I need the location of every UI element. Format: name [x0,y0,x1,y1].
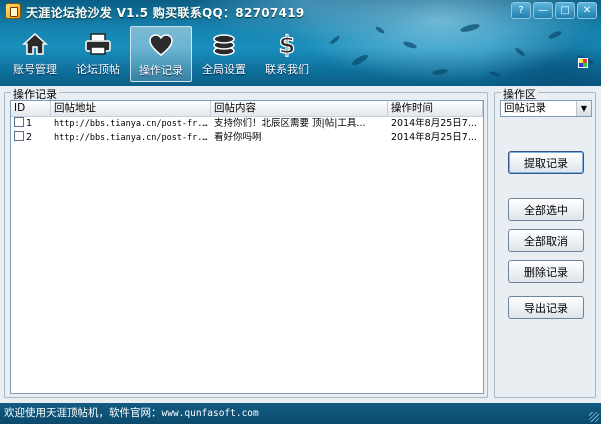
tool-label: 账号管理 [13,63,57,76]
row-content: 看好你吗咧 [214,132,262,143]
skin-icon[interactable] [578,58,588,68]
row-id-cell: 1 [11,117,51,131]
table-row[interactable]: 2 http://bbs.tianya.cn/post-fr... 看好你吗咧 … [11,131,483,145]
records-list[interactable]: ID 回帖地址 回帖内容 操作时间 1 http://bbs.tianya.cn… [10,100,484,394]
column-header-id[interactable]: ID [11,101,51,116]
title-bar: 天涯论坛抢沙发 V1.5 购买联系QQ：82707419 ? — □ ✕ 账号管… [0,0,601,86]
operations-group: 操作区 回帖记录 ▼ 提取记录 全部选中 全部取消 删除记录 导出记录 [494,86,596,398]
fetch-records-button[interactable]: 提取记录 [508,151,584,174]
tool-global-settings[interactable]: 全局设置 [193,26,255,82]
deselect-all-button[interactable]: 全部取消 [508,229,584,252]
heart-icon [146,32,176,58]
chevron-down-icon[interactable]: ▼ [576,101,591,116]
printer-icon [83,31,113,57]
row-id: 1 [26,118,33,129]
close-button[interactable]: ✕ [577,2,597,19]
table-row[interactable]: 1 http://bbs.tianya.cn/post-fr... 支持你们！北… [11,117,483,131]
maximize-button[interactable]: □ [555,2,575,19]
tool-label: 联系我们 [265,63,309,76]
resize-grip-icon[interactable] [589,412,599,422]
row-checkbox[interactable] [14,131,24,141]
row-url: http://bbs.tianya.cn/post-fr... [54,133,211,143]
row-checkbox[interactable] [14,117,24,127]
app-icon [5,3,21,19]
row-url: http://bbs.tianya.cn/post-fr... [54,119,211,129]
status-bar: 欢迎使用天涯顶帖机，软件官网：www.qunfasoft.com [0,403,601,424]
column-header-time[interactable]: 操作时间 [388,101,483,116]
tool-label: 操作记录 [139,64,183,77]
website-link[interactable]: www.qunfasoft.com [162,408,259,419]
records-group: 操作记录 ID 回帖地址 回帖内容 操作时间 1 http://bbs.tian… [4,86,488,398]
home-icon [20,31,50,57]
row-id-cell: 2 [11,131,51,145]
select-all-button[interactable]: 全部选中 [508,198,584,221]
window-title: 天涯论坛抢沙发 V1.5 购买联系QQ：82707419 [26,6,305,20]
window-controls: ? — □ ✕ [511,2,597,19]
svg-text:$: $ [279,31,296,57]
status-text: 欢迎使用天涯顶帖机，软件官网： [4,407,162,419]
record-type-value: 回帖记录 [504,102,546,114]
row-time: 2014年8月25日7... [391,132,477,143]
column-header-content[interactable]: 回帖内容 [211,101,388,116]
dollar-icon: $ [272,31,302,57]
coins-icon [209,31,239,57]
main-toolbar: 账号管理 论坛顶帖 操作记录 全局设置 $ 联系我们 [4,26,319,84]
delete-records-button[interactable]: 删除记录 [508,260,584,283]
tool-label: 全局设置 [202,63,246,76]
list-header: ID 回帖地址 回帖内容 操作时间 [11,101,483,117]
row-content: 支持你们！北辰区需要 顶|帖|工具... [214,118,366,129]
tool-forum-bump[interactable]: 论坛顶帖 [67,26,129,82]
tool-operation-records[interactable]: 操作记录 [130,26,192,82]
record-type-select[interactable]: 回帖记录 ▼ [500,100,592,117]
column-header-url[interactable]: 回帖地址 [51,101,211,116]
minimize-button[interactable]: — [533,2,553,19]
export-records-button[interactable]: 导出记录 [508,296,584,319]
row-id: 2 [26,132,33,143]
tool-account-management[interactable]: 账号管理 [4,26,66,82]
tool-contact-us[interactable]: $ 联系我们 [256,26,318,82]
help-button[interactable]: ? [511,2,531,19]
row-time: 2014年8月25日7... [391,118,477,129]
tool-label: 论坛顶帖 [76,63,120,76]
